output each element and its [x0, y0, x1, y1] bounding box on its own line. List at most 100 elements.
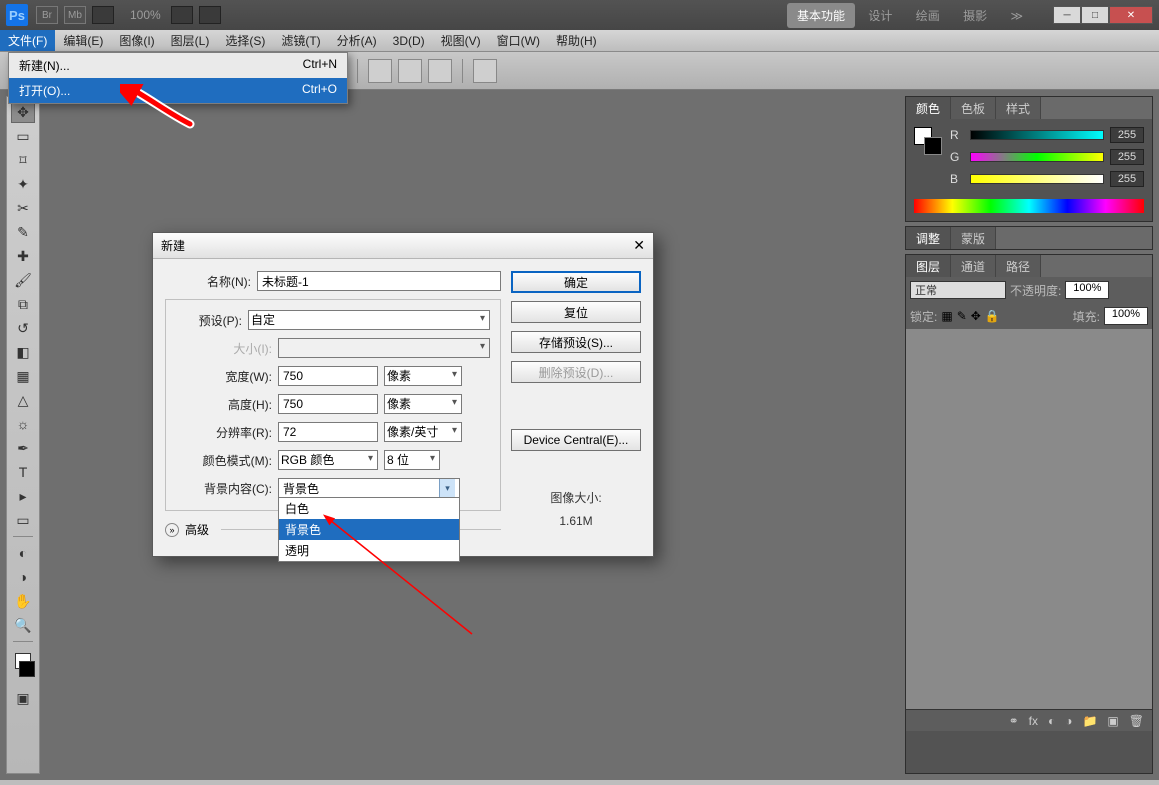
lock-icon[interactable]: ✎ [957, 309, 967, 323]
reset-button[interactable]: 复位 [511, 301, 641, 323]
opt-icon[interactable] [428, 59, 452, 83]
lock-icon[interactable]: 🔒 [985, 309, 1000, 323]
height-unit-select[interactable]: 像素 [384, 394, 462, 414]
height-input[interactable] [278, 394, 378, 414]
gradient-tool-icon[interactable]: ▦ [11, 365, 35, 387]
close-button[interactable]: ✕ [1109, 6, 1153, 24]
workspace-paint[interactable]: 绘画 [906, 3, 950, 28]
minimize-button[interactable]: ─ [1053, 6, 1081, 24]
workspace-photo[interactable]: 摄影 [953, 3, 997, 28]
quickmask-icon[interactable]: ▣ [11, 687, 35, 709]
3d-cam-tool-icon[interactable]: ◑ [11, 566, 35, 588]
bg-option-bgcolor[interactable]: 背景色 [279, 519, 459, 540]
width-unit-select[interactable]: 像素 [384, 366, 462, 386]
bg-swatch[interactable] [924, 137, 942, 155]
brush-tool-icon[interactable]: 🖌 [11, 269, 35, 291]
lasso-tool-icon[interactable]: ⌑ [11, 149, 35, 171]
r-value[interactable]: 255 [1110, 127, 1144, 143]
minibridge-icon[interactable]: Mb [64, 6, 86, 24]
fx-icon[interactable]: fx [1029, 714, 1038, 728]
depth-select[interactable]: 8 位 [384, 450, 440, 470]
bg-content-select[interactable]: 背景色 ▾ [278, 478, 460, 498]
menu-filter[interactable]: 滤镜(T) [273, 30, 328, 51]
menu-item-new[interactable]: 新建(N)... Ctrl+N [9, 53, 347, 78]
resolution-input[interactable] [278, 422, 378, 442]
lock-icon[interactable]: ✥ [971, 309, 981, 323]
maximize-button[interactable]: □ [1081, 6, 1109, 24]
menu-help[interactable]: 帮助(H) [548, 30, 605, 51]
workspace-more-icon[interactable]: ≫ [1000, 5, 1033, 27]
dodge-tool-icon[interactable]: ☼ [11, 413, 35, 435]
blur-tool-icon[interactable]: △ [11, 389, 35, 411]
dialog-titlebar[interactable]: 新建 ✕ [153, 233, 653, 259]
opacity-input[interactable]: 100% [1065, 281, 1109, 299]
menu-view[interactable]: 视图(V) [433, 30, 489, 51]
layout-dropdown-icon[interactable] [92, 6, 114, 24]
stamp-tool-icon[interactable]: ⧉ [11, 293, 35, 315]
shape-tool-icon[interactable]: ▭ [11, 509, 35, 531]
mode-select[interactable]: RGB 颜色 [278, 450, 378, 470]
ok-button[interactable]: 确定 [511, 271, 641, 293]
eyedropper-tool-icon[interactable]: ✎ [11, 221, 35, 243]
mask-icon[interactable]: ◐ [1048, 714, 1055, 728]
trash-icon[interactable]: 🗑 [1129, 714, 1144, 728]
tab-paths[interactable]: 路径 [996, 255, 1041, 277]
fill-input[interactable]: 100% [1104, 307, 1148, 325]
dialog-close-icon[interactable]: ✕ [633, 237, 645, 254]
g-value[interactable]: 255 [1110, 149, 1144, 165]
zoom-level[interactable]: 100% [130, 8, 161, 22]
folder-icon[interactable]: 📁 [1082, 714, 1097, 728]
eraser-tool-icon[interactable]: ◧ [11, 341, 35, 363]
save-preset-button[interactable]: 存储预设(S)... [511, 331, 641, 353]
history-brush-tool-icon[interactable]: ↺ [11, 317, 35, 339]
opt-icon[interactable] [368, 59, 392, 83]
menu-item-open[interactable]: 打开(O)... Ctrl+O [9, 78, 347, 103]
bg-option-white[interactable]: 白色 [279, 498, 459, 519]
opt-icon[interactable] [473, 59, 497, 83]
link-icon[interactable]: ⚭ [1009, 714, 1019, 728]
workspace-basic[interactable]: 基本功能 [787, 3, 855, 28]
bridge-icon[interactable]: Br [36, 6, 58, 24]
bg-option-transparent[interactable]: 透明 [279, 540, 459, 561]
menu-analysis[interactable]: 分析(A) [329, 30, 385, 51]
type-tool-icon[interactable]: T [11, 461, 35, 483]
menu-3d[interactable]: 3D(D) [385, 30, 433, 51]
resolution-unit-select[interactable]: 像素/英寸 [384, 422, 462, 442]
menu-file[interactable]: 文件(F) [0, 30, 55, 51]
tab-channels[interactable]: 通道 [951, 255, 996, 277]
b-value[interactable]: 255 [1110, 171, 1144, 187]
r-slider[interactable] [970, 130, 1104, 140]
screenmode-dropdown-icon[interactable] [199, 6, 221, 24]
device-central-button[interactable]: Device Central(E)... [511, 429, 641, 451]
crop-tool-icon[interactable]: ✂ [11, 197, 35, 219]
preset-select[interactable]: 自定 [248, 310, 490, 330]
tab-layers[interactable]: 图层 [906, 255, 951, 277]
3d-tool-icon[interactable]: ◐ [11, 542, 35, 564]
blend-mode-select[interactable]: 正常 [910, 281, 1006, 299]
background-color-swatch[interactable] [19, 661, 35, 677]
new-layer-icon[interactable]: ▣ [1107, 714, 1118, 728]
marquee-tool-icon[interactable]: ▭ [11, 125, 35, 147]
tab-mask[interactable]: 蒙版 [951, 227, 996, 249]
tab-styles[interactable]: 样式 [996, 97, 1041, 119]
adjust-icon[interactable]: ◑ [1065, 714, 1072, 728]
heal-tool-icon[interactable]: ✚ [11, 245, 35, 267]
menu-edit[interactable]: 编辑(E) [55, 30, 111, 51]
arrange-dropdown-icon[interactable] [171, 6, 193, 24]
menu-layer[interactable]: 图层(L) [163, 30, 218, 51]
tab-color[interactable]: 颜色 [906, 97, 951, 119]
menu-select[interactable]: 选择(S) [217, 30, 273, 51]
b-slider[interactable] [970, 174, 1104, 184]
tab-adjust[interactable]: 调整 [906, 227, 951, 249]
zoom-tool-icon[interactable]: 🔍 [11, 614, 35, 636]
pen-tool-icon[interactable]: ✒ [11, 437, 35, 459]
path-tool-icon[interactable]: ▸ [11, 485, 35, 507]
tab-swatches[interactable]: 色板 [951, 97, 996, 119]
name-input[interactable] [257, 271, 501, 291]
workspace-design[interactable]: 设计 [858, 3, 902, 28]
move-tool-icon[interactable]: ✥ [11, 101, 35, 123]
menu-window[interactable]: 窗口(W) [489, 30, 548, 51]
lock-icon[interactable]: ▦ [941, 309, 952, 323]
hand-tool-icon[interactable]: ✋ [11, 590, 35, 612]
wand-tool-icon[interactable]: ✦ [11, 173, 35, 195]
